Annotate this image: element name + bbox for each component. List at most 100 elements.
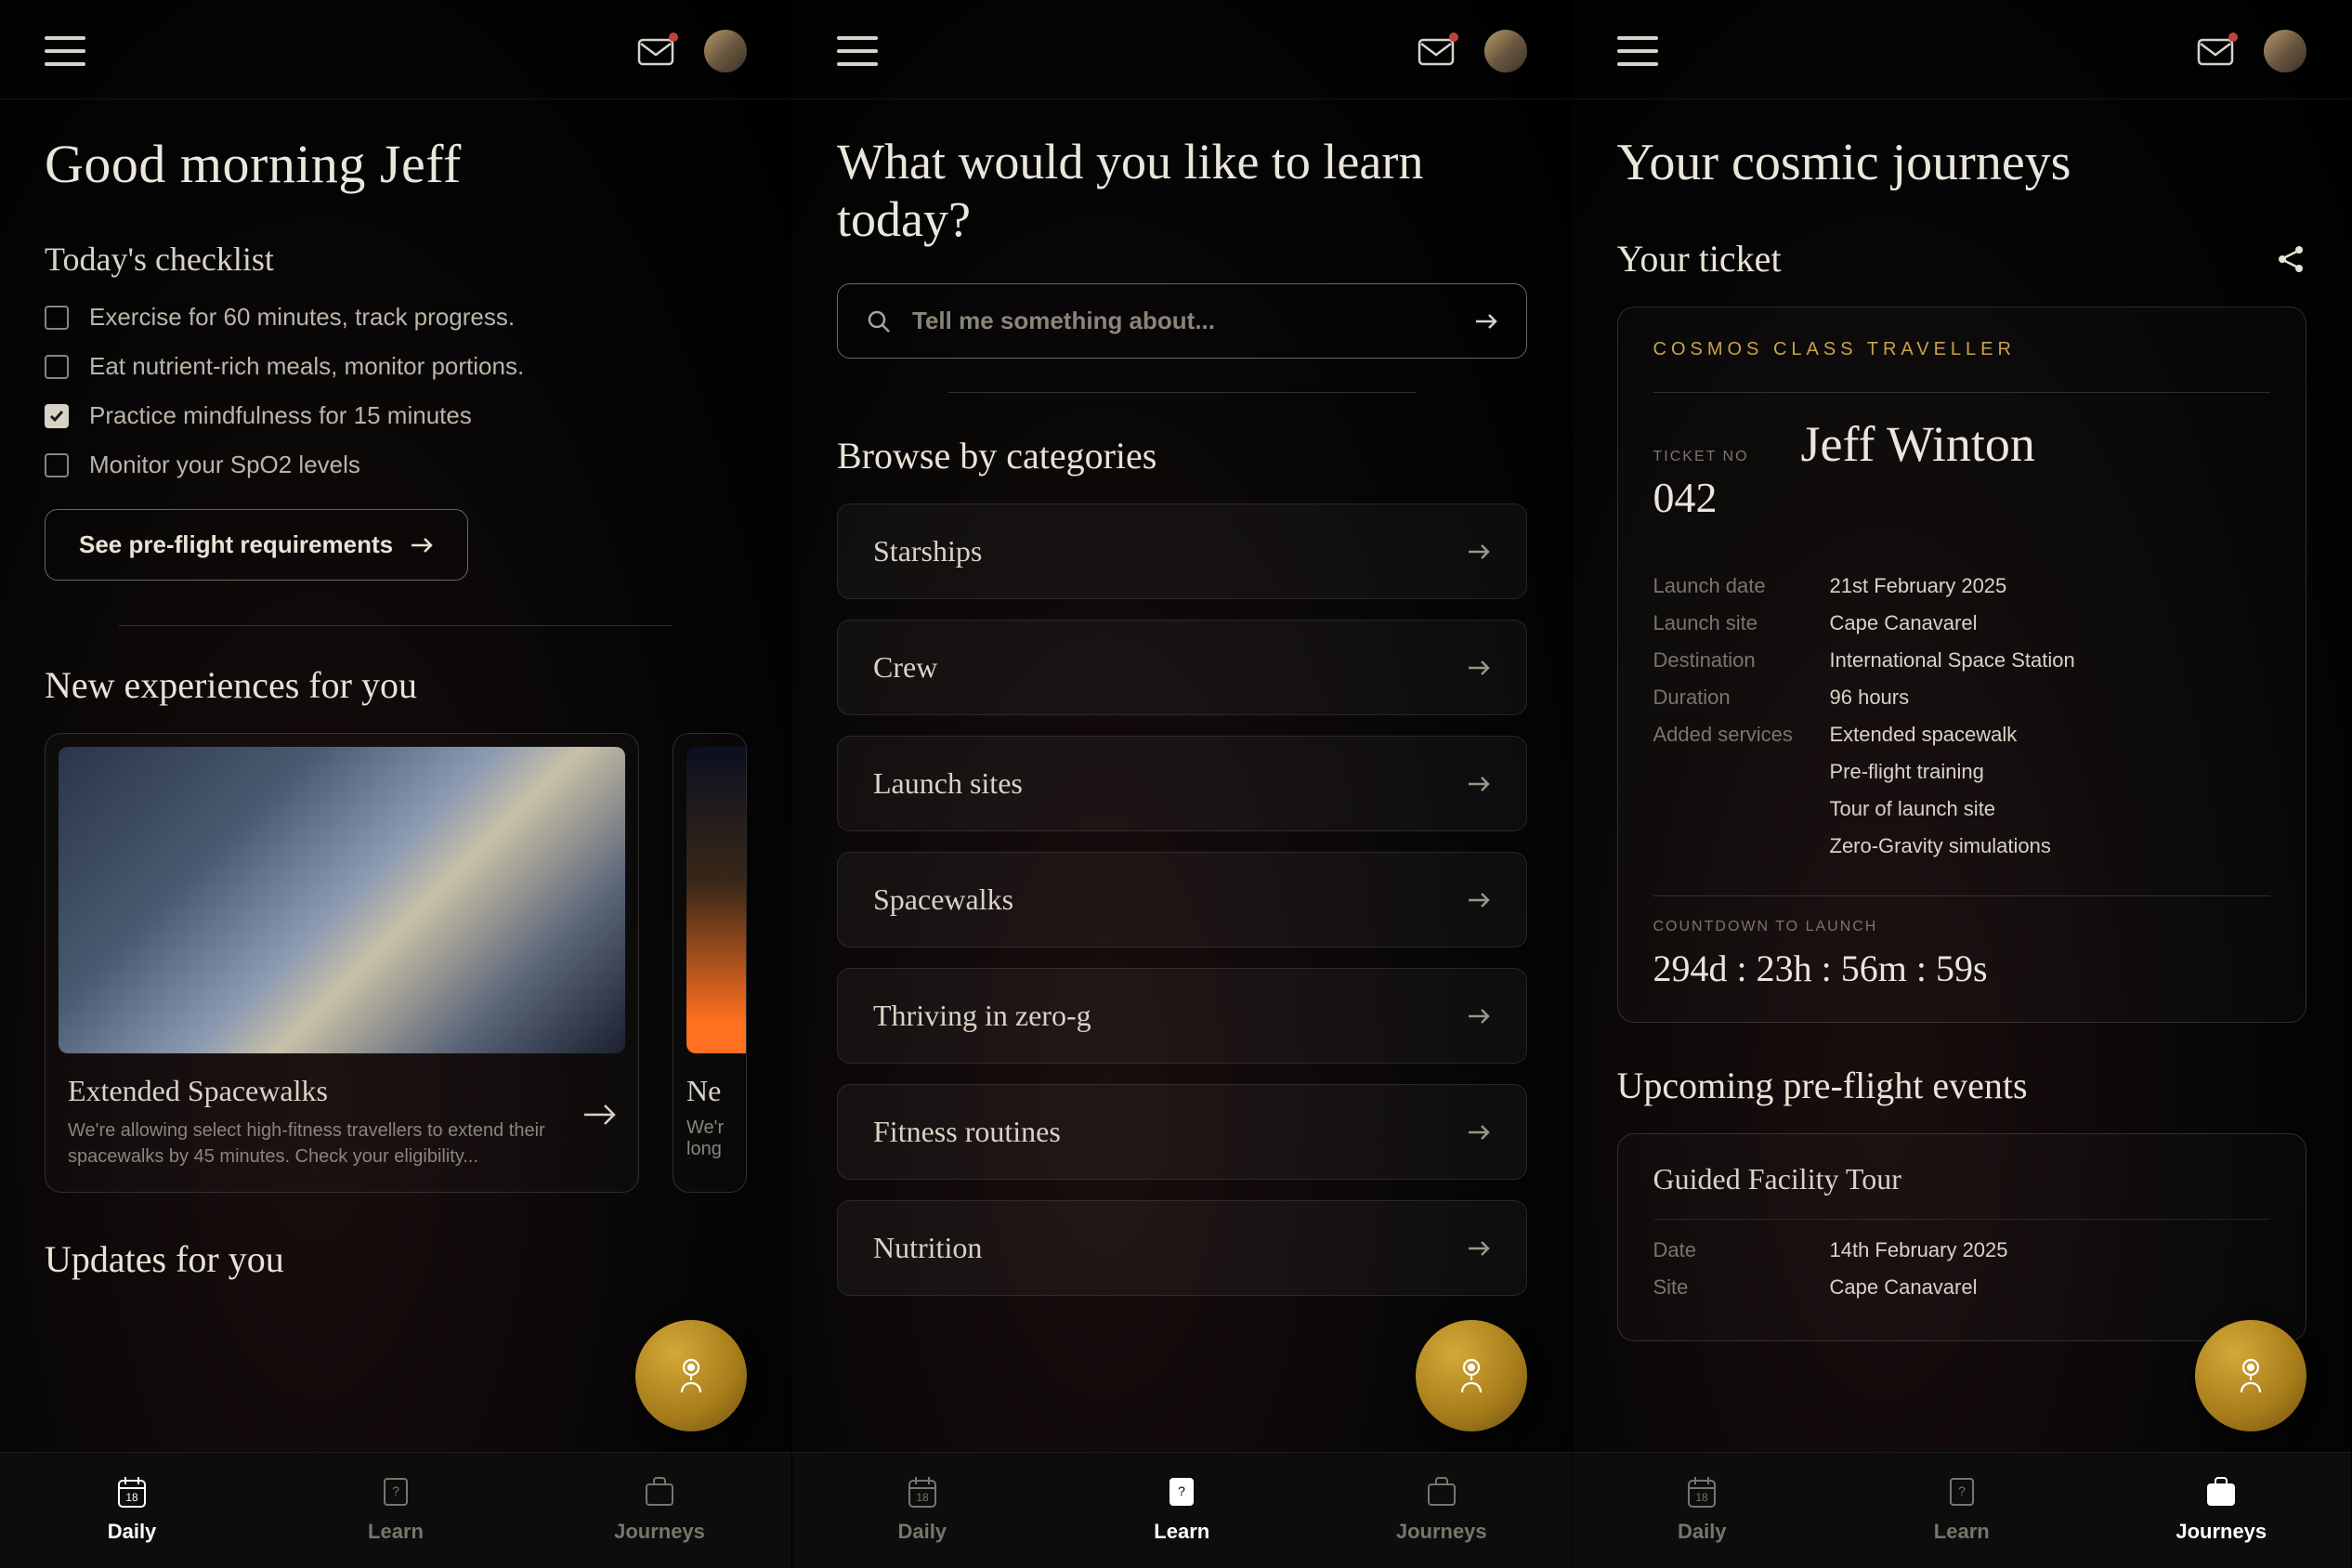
checkbox[interactable] [45, 355, 69, 379]
mail-icon[interactable] [2197, 36, 2234, 66]
search-input[interactable] [912, 307, 1454, 335]
nav-label: Daily [108, 1520, 157, 1544]
experience-image [59, 747, 625, 1053]
nav-label: Journeys [2176, 1520, 2267, 1544]
nav-label: Learn [1154, 1520, 1209, 1544]
countdown-value: 294d : 23h : 56m : 59s [1653, 947, 2271, 990]
menu-icon[interactable] [1617, 36, 1658, 66]
nav-learn[interactable]: ? Learn [1832, 1453, 2092, 1568]
ticket-detail-label: Destination [1653, 648, 1830, 673]
calendar-icon: 18 [113, 1473, 150, 1510]
category-label: Starships [873, 534, 982, 568]
checkbox-checked[interactable] [45, 404, 69, 428]
ticket-detail-label [1653, 797, 1830, 821]
menu-icon[interactable] [45, 36, 85, 66]
category-row[interactable]: Spacewalks [837, 852, 1527, 947]
ticket-detail-value: Pre-flight training [1830, 760, 1984, 784]
arrow-right-icon[interactable] [1474, 312, 1498, 331]
checkbox[interactable] [45, 453, 69, 477]
header [0, 0, 791, 99]
ticket-detail-value: Zero-Gravity simulations [1830, 834, 2051, 858]
ticket-detail-label [1653, 834, 1830, 858]
experience-description: long [686, 1139, 733, 1160]
nav-daily[interactable]: 18 Daily [0, 1453, 264, 1568]
nav-daily[interactable]: 18 Daily [1573, 1453, 1833, 1568]
checklist-item: Exercise for 60 minutes, track progress. [45, 303, 747, 332]
journeys-title: Your cosmic journeys [1617, 133, 2307, 192]
experience-description: We're allowing select high-fitness trave… [68, 1117, 582, 1169]
arrow-right-icon [1467, 659, 1491, 677]
checklist-item: Eat nutrient-rich meals, monitor portion… [45, 352, 747, 381]
experience-card[interactable]: Extended Spacewalks We're allowing selec… [45, 733, 639, 1193]
share-icon[interactable] [2275, 243, 2306, 275]
assistant-icon [2228, 1353, 2273, 1398]
nav-learn[interactable]: ? Learn [264, 1453, 528, 1568]
avatar[interactable] [2264, 30, 2306, 72]
ticket-detail-label: Launch date [1653, 574, 1830, 598]
suitcase-icon [2202, 1473, 2240, 1510]
mail-icon[interactable] [1418, 36, 1455, 66]
header [792, 0, 1572, 99]
ticket-detail-label: Duration [1653, 686, 1830, 710]
calendar-icon: 18 [904, 1473, 941, 1510]
category-row[interactable]: Starships [837, 503, 1527, 599]
arrow-right-icon[interactable] [582, 1102, 616, 1128]
button-label: See pre-flight requirements [79, 530, 393, 559]
assistant-fab-button[interactable] [1416, 1320, 1527, 1431]
nav-journeys[interactable]: Journeys [528, 1453, 791, 1568]
event-detail-label: Site [1653, 1275, 1830, 1300]
mail-icon[interactable] [637, 36, 674, 66]
browse-heading: Browse by categories [837, 434, 1527, 477]
nav-journeys[interactable]: Journeys [1312, 1453, 1572, 1568]
nav-label: Learn [1934, 1520, 1990, 1544]
ticket-detail-label: Launch site [1653, 611, 1830, 635]
menu-icon[interactable] [837, 36, 878, 66]
nav-journeys[interactable]: Journeys [2092, 1453, 2352, 1568]
avatar[interactable] [1484, 30, 1527, 72]
ticket-no-label: TICKET NO [1653, 449, 1749, 465]
svg-text:?: ? [1958, 1483, 1966, 1498]
event-detail-label: Date [1653, 1238, 1830, 1262]
category-label: Thriving in zero-g [873, 999, 1091, 1033]
assistant-fab-button[interactable] [635, 1320, 747, 1431]
experience-image [686, 747, 747, 1053]
screen-learn: What would you like to learn today? Brow… [792, 0, 1573, 1568]
ticket-detail-value: International Space Station [1830, 648, 2075, 673]
category-row[interactable]: Fitness routines [837, 1084, 1527, 1180]
event-card[interactable]: Guided Facility Tour Date14th February 2… [1617, 1133, 2307, 1341]
ticket-no: 042 [1653, 473, 1749, 522]
category-label: Nutrition [873, 1231, 982, 1265]
nav-daily[interactable]: 18 Daily [792, 1453, 1052, 1568]
assistant-fab-button[interactable] [2195, 1320, 2306, 1431]
ticket-detail-value: 21st February 2025 [1830, 574, 2007, 598]
category-row[interactable]: Launch sites [837, 736, 1527, 831]
nav-learn[interactable]: ? Learn [1052, 1453, 1313, 1568]
suitcase-icon [1423, 1473, 1460, 1510]
category-row[interactable]: Crew [837, 620, 1527, 715]
event-title: Guided Facility Tour [1653, 1162, 2271, 1196]
experience-description: We'r [686, 1117, 733, 1139]
assistant-icon [1449, 1353, 1494, 1398]
arrow-right-icon [1467, 891, 1491, 909]
category-label: Fitness routines [873, 1115, 1061, 1149]
ticket-detail-label: Added services [1653, 723, 1830, 747]
nav-label: Journeys [1396, 1520, 1487, 1544]
ticket-class-label: COSMOS CLASS TRAVELLER [1653, 339, 2271, 360]
checkbox[interactable] [45, 306, 69, 330]
category-row[interactable]: Thriving in zero-g [837, 968, 1527, 1064]
ticket-detail-value: Cape Canavarel [1830, 611, 1978, 635]
header [1573, 0, 2352, 99]
bottom-nav: 18 Daily ? Learn Journeys [1573, 1452, 2352, 1568]
category-row[interactable]: Nutrition [837, 1200, 1527, 1296]
search-box[interactable] [837, 283, 1527, 359]
arrow-right-icon [1467, 542, 1491, 561]
svg-text:?: ? [392, 1483, 399, 1498]
ticket-name: Jeff Winton [1801, 415, 2035, 473]
suitcase-icon [641, 1473, 678, 1510]
avatar[interactable] [704, 30, 747, 72]
arrow-right-icon [1467, 1239, 1491, 1258]
preflight-requirements-button[interactable]: See pre-flight requirements [45, 509, 468, 581]
svg-text:18: 18 [1696, 1491, 1709, 1504]
learn-icon: ? [1163, 1473, 1200, 1510]
experience-card-peek[interactable]: Ne We'r long [673, 733, 747, 1193]
